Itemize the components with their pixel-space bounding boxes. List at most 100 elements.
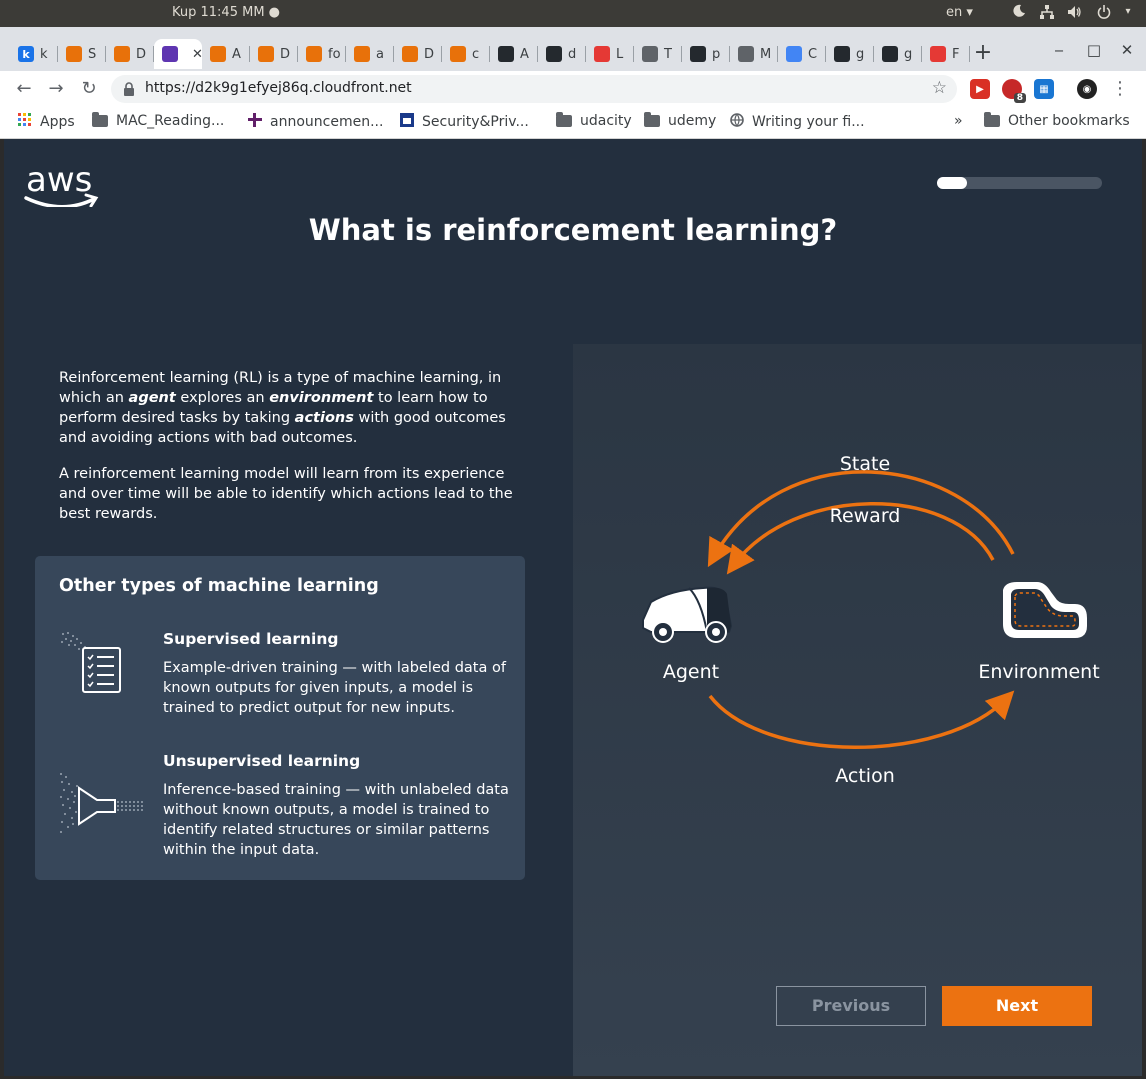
supervised-description: Example-driven training — with labeled d… [163,660,506,716]
menu-kebab-icon[interactable]: ⋮ [1108,77,1132,101]
page-title: What is reinforcement learning? [308,213,838,247]
unsupervised-title: Unsupervised learning [163,752,361,770]
tab-label: a [376,46,384,62]
extension-icon[interactable]: ▶ [970,79,990,99]
bookmark-label: announcemen... [270,114,384,130]
tab-label: D [280,46,291,62]
browser-tab[interactable]: ✕ [154,39,202,69]
extension-icon[interactable]: ▦ [1034,79,1054,99]
other-bookmarks-folder[interactable]: Other bookmarks [984,112,1130,129]
tab-label: d [568,46,577,62]
chevron-down-icon[interactable]: ▾ [1120,4,1136,20]
forward-button[interactable]: → [44,77,68,101]
tab-label: p [712,46,721,62]
browser-tab[interactable]: g [826,39,874,69]
tab-favicon-icon [354,46,370,62]
bookmark-item[interactable]: MAC_Reading... [92,112,224,129]
minimize-button[interactable]: ‒ [1050,41,1068,59]
tab-favicon-icon [594,46,610,62]
address-bar[interactable]: https://d2k9g1efyej86q.cloudfront.net ☆ [111,75,957,103]
browser-toolbar: ← → ↻ https://d2k9g1efyej86q.cloudfront.… [0,71,1146,107]
maximize-button[interactable]: □ [1085,41,1103,59]
tab-label: T [664,46,672,62]
bookmark-label: udemy [668,113,717,129]
network-icon[interactable] [1039,4,1055,20]
tab-label: k [40,46,48,62]
tab-label: g [856,46,865,62]
previous-button[interactable]: Previous [776,986,926,1026]
browser-tab[interactable]: S [58,39,106,69]
bookmark-item[interactable]: Security&Priv... [400,113,529,131]
lock-icon [123,81,137,97]
adblock-extension-icon[interactable]: 8 [1002,79,1026,103]
intro-paragraph-2: A reinforcement learning model will lear… [59,466,513,522]
tab-favicon-icon [66,46,82,62]
browser-tab[interactable]: M [730,39,778,69]
browser-tab[interactable]: a [346,39,394,69]
browser-tab[interactable]: D [250,39,298,69]
browser-chrome: k k S D ✕ A Dfo a Dc Ad L Tp M Cg g F + ‒ □ ✕ ← → ↻ htt… [0,27,1146,139]
apps-grid-icon [18,113,32,131]
back-button[interactable]: ← [12,77,36,101]
action-label: Action [835,765,895,787]
bookmark-item[interactable]: announcemen... [248,113,383,131]
browser-tab[interactable]: fo [298,39,346,69]
agent-label: Agent [662,661,720,683]
bookmark-label: Security&Priv... [422,114,529,130]
tab-label: c [472,46,480,62]
browser-tab[interactable]: p [682,39,730,69]
tab-favicon-icon [258,46,274,62]
night-mode-icon[interactable] [1011,4,1027,20]
bookmark-item[interactable]: Apps [18,113,75,131]
bookmark-label: Writing your fi... [752,114,865,130]
bookmark-label: Apps [40,114,75,130]
new-tab-button[interactable]: + [972,41,994,65]
language-indicator[interactable]: en ▾ [946,5,973,20]
tab-favicon-icon [786,46,802,62]
intro-paragraph-1: Reinforcement learning (RL) is a type of… [59,370,506,446]
bookmarks-overflow-button[interactable]: » [954,113,963,129]
tab-favicon-icon [642,46,658,62]
unsupervised-learning-item: Unsupervised learning Inference-based tr… [59,752,509,862]
unsupervised-description: Inference-based training — with unlabele… [163,782,509,858]
browser-tab[interactable]: d [538,39,586,69]
next-button[interactable]: Next [942,986,1092,1026]
bookmark-item[interactable]: udacity [556,112,632,129]
browser-tab[interactable]: C [778,39,826,69]
tab-favicon-icon [402,46,418,62]
volume-icon[interactable] [1066,4,1082,20]
close-tab-icon[interactable]: ✕ [192,47,202,62]
site-icon [400,113,414,131]
progress-fill [937,177,967,189]
browser-tab[interactable]: D [106,39,154,69]
reload-button[interactable]: ↻ [77,77,101,101]
bookmark-star-icon[interactable]: ☆ [932,78,947,98]
tab-favicon-icon: k [18,46,34,62]
profile-avatar[interactable]: ◉ [1077,79,1097,99]
browser-tab[interactable]: A [490,39,538,69]
tab-favicon-icon [882,46,898,62]
browser-tab[interactable]: kk [10,39,58,69]
other-ml-types-card: Other types of machine learning Supervis… [35,556,525,880]
state-label: State [839,453,891,475]
browser-tab[interactable]: D [394,39,442,69]
supervised-title: Supervised learning [163,630,339,648]
browser-tab[interactable]: c [442,39,490,69]
browser-tab[interactable]: F [922,39,970,69]
tab-favicon-icon [738,46,754,62]
url-text[interactable]: https://d2k9g1efyej86q.cloudfront.net [145,80,412,96]
browser-tab[interactable]: A [202,39,250,69]
browser-tab[interactable]: T [634,39,682,69]
power-icon[interactable] [1096,4,1112,20]
browser-tab[interactable]: g [874,39,922,69]
tab-label: S [88,46,97,62]
system-clock[interactable]: Kup 11:45 MM ● [172,5,280,20]
close-window-button[interactable]: ✕ [1118,41,1136,59]
browser-tab[interactable]: L [586,39,634,69]
tab-label: g [904,46,913,62]
tab-label: D [136,46,147,62]
tab-favicon-icon [306,46,322,62]
bookmark-item[interactable]: Writing your fi... [730,113,865,131]
bookmark-item[interactable]: udemy [644,112,717,129]
aws-logo-text: aws [26,160,92,200]
